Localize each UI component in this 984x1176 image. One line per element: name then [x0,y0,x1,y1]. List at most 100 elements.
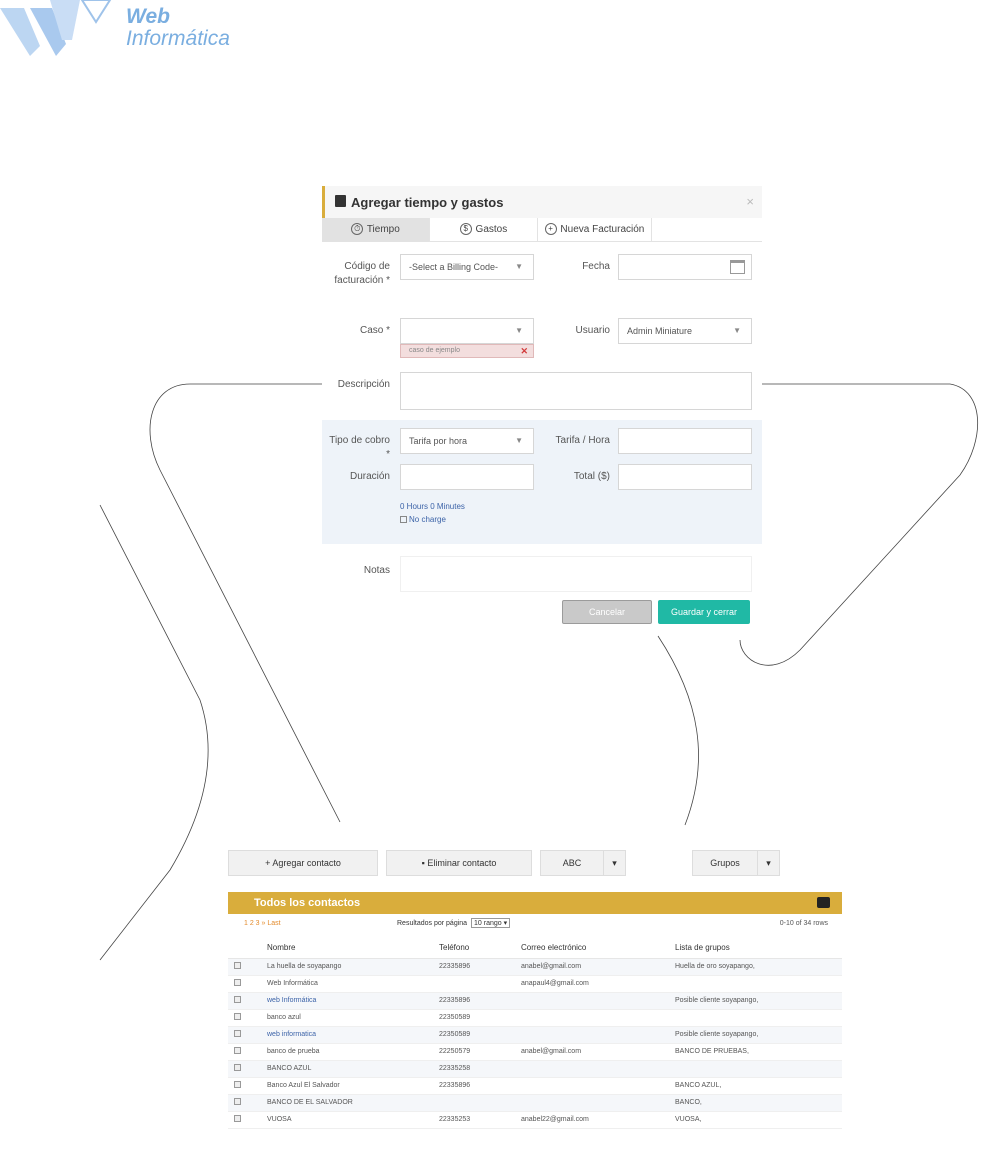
contact-name[interactable]: banco azul [266,1009,438,1027]
contact-name[interactable]: Banco Azul El Salvador [266,1077,438,1095]
contact-phone: 22250579 [438,1043,520,1061]
contact-email [520,1060,674,1078]
contact-groups: Posible cliente soyapango, [674,992,842,1010]
contact-groups [674,1060,842,1078]
contact-name[interactable]: Web Informática [266,975,438,993]
row-checkbox-cell [228,1077,266,1095]
user-value: Admin Miniature [627,326,693,336]
contact-name[interactable]: web informatica [266,1026,438,1044]
charge-type-label: Tipo de cobro * [329,435,390,460]
plus-circle-icon: + [544,223,557,236]
contact-groups: BANCO DE PRUEBAS, [674,1043,842,1061]
print-icon[interactable] [817,897,830,908]
charge-type-select[interactable]: Tarifa por hora ▼ [400,428,534,454]
header-nombre[interactable]: Nombre [266,938,438,959]
row-checkbox[interactable] [234,1081,241,1088]
table-row[interactable]: La huella de soyapango 22335896 anabel@gma… [228,958,842,976]
no-charge-checkbox[interactable]: No charge [400,515,446,524]
tab-label: Nueva Facturación [560,224,645,235]
row-checkbox[interactable] [234,1098,241,1105]
table-row[interactable]: banco de prueba 22250579 anabel@gmail.com B… [228,1043,842,1061]
contact-email: anabel22@gmail.com [520,1111,674,1129]
groups-button[interactable]: Grupos [692,850,758,876]
row-checkbox[interactable] [234,1064,241,1071]
contact-email [520,1026,674,1044]
row-checkbox[interactable] [234,1047,241,1054]
save-close-button[interactable]: Guardar y cerrar [658,600,750,624]
contact-name[interactable]: web Informática [266,992,438,1010]
total-input[interactable] [618,464,752,490]
contact-name[interactable]: BANCO AZUL [266,1060,438,1078]
case-select[interactable]: ▼ [400,318,534,344]
user-select[interactable]: Admin Miniature ▼ [618,318,752,344]
billing-code-select[interactable]: -Select a Billing Code- ▼ [400,254,534,280]
contact-name[interactable]: VUOSA [266,1111,438,1129]
description-textarea[interactable] [400,372,752,410]
no-charge-label: No charge [409,515,446,524]
row-checkbox[interactable] [234,1115,241,1122]
chevron-down-icon: ▼ [733,326,741,335]
table-row[interactable]: Web Informática anapaul4@gmail.com [228,975,842,993]
tab-nueva-facturacion[interactable]: + Nueva Facturación [538,218,652,242]
contact-groups [674,975,842,993]
contacts-panel: + Agregar contacto ▪ Eliminar contacto A… [222,840,848,1176]
modal-title: Agregar tiempo y gastos [351,195,504,210]
contacts-header-bar: Todos los contactos [228,892,842,914]
date-input[interactable] [618,254,752,280]
header-grupos[interactable]: Lista de grupos [674,938,842,959]
table-row[interactable]: web informatica 22350589 Posible cliente s… [228,1026,842,1044]
rate-input[interactable] [618,428,752,454]
table-row[interactable]: BANCO DE EL SALVADOR BANCO, [228,1094,842,1112]
table-row[interactable]: web Informática 22335896 Posible cliente s… [228,992,842,1010]
tab-gastos[interactable]: $ Gastos [430,218,538,242]
date-label: Fecha [582,261,610,272]
row-checkbox[interactable] [234,996,241,1003]
table-row[interactable]: VUOSA 22335253 anabel22@gmail.com VUOSA, [228,1111,842,1129]
checkbox-icon[interactable] [400,516,407,523]
notes-textarea[interactable] [400,556,752,592]
contact-email [520,992,674,1010]
row-checkbox-cell [228,1060,266,1078]
tab-tiempo[interactable]: ⏱ Tiempo [322,218,430,242]
table-row[interactable]: Banco Azul El Salvador 22335896 BANCO AZUL… [228,1077,842,1095]
chevron-down-icon: ▼ [515,436,523,445]
billing-code-value: -Select a Billing Code- [409,262,499,272]
contact-phone [438,975,520,993]
hours-minutes-link[interactable]: 0 Hours 0 Minutes [400,502,465,511]
row-checkbox-cell [228,1009,266,1027]
contact-name[interactable]: banco de prueba [266,1043,438,1061]
caret-down-icon: ▾ [612,858,617,868]
case-tag: caso de ejemplo ✕ [400,344,534,358]
row-checkbox[interactable] [234,979,241,986]
row-checkbox[interactable] [234,962,241,969]
contact-phone: 22350589 [438,1009,520,1027]
close-icon[interactable]: × [746,194,754,209]
logo: Web Informática [0,0,270,62]
contact-name[interactable]: BANCO DE EL SALVADOR [266,1094,438,1112]
remove-tag-icon[interactable]: ✕ [520,345,528,357]
row-checkbox[interactable] [234,1013,241,1020]
table-row[interactable]: BANCO AZUL 22335258 [228,1060,842,1078]
abc-filter-button[interactable]: ABC [540,850,604,876]
header-telefono[interactable]: Teléfono [438,938,520,959]
row-checkbox-cell [228,975,266,993]
row-checkbox-cell [228,1094,266,1112]
pagination[interactable]: 1 2 3 » Last [244,920,281,927]
header-correo[interactable]: Correo electrónico [520,938,674,959]
rate-label: Tarifa / Hora [555,435,610,446]
row-checkbox[interactable] [234,1030,241,1037]
delete-contact-button[interactable]: ▪ Eliminar contacto [386,850,532,876]
abc-dropdown-toggle[interactable]: ▾ [604,850,626,876]
duration-input[interactable] [400,464,534,490]
add-contact-button[interactable]: + Agregar contacto [228,850,378,876]
table-row[interactable]: banco azul 22350589 [228,1009,842,1027]
per-page-label: Resultados por página [397,920,468,927]
groups-dropdown-toggle[interactable]: ▾ [758,850,780,876]
cancel-button[interactable]: Cancelar [562,600,652,624]
calendar-icon[interactable] [730,260,745,274]
per-page-select[interactable]: 10 rango ▾ [471,918,511,928]
chevron-down-icon: ▼ [515,326,523,335]
delete-contact-label: Eliminar contacto [427,858,497,868]
contact-name[interactable]: La huella de soyapango [266,958,438,976]
caret-down-icon: ▾ [766,858,771,868]
